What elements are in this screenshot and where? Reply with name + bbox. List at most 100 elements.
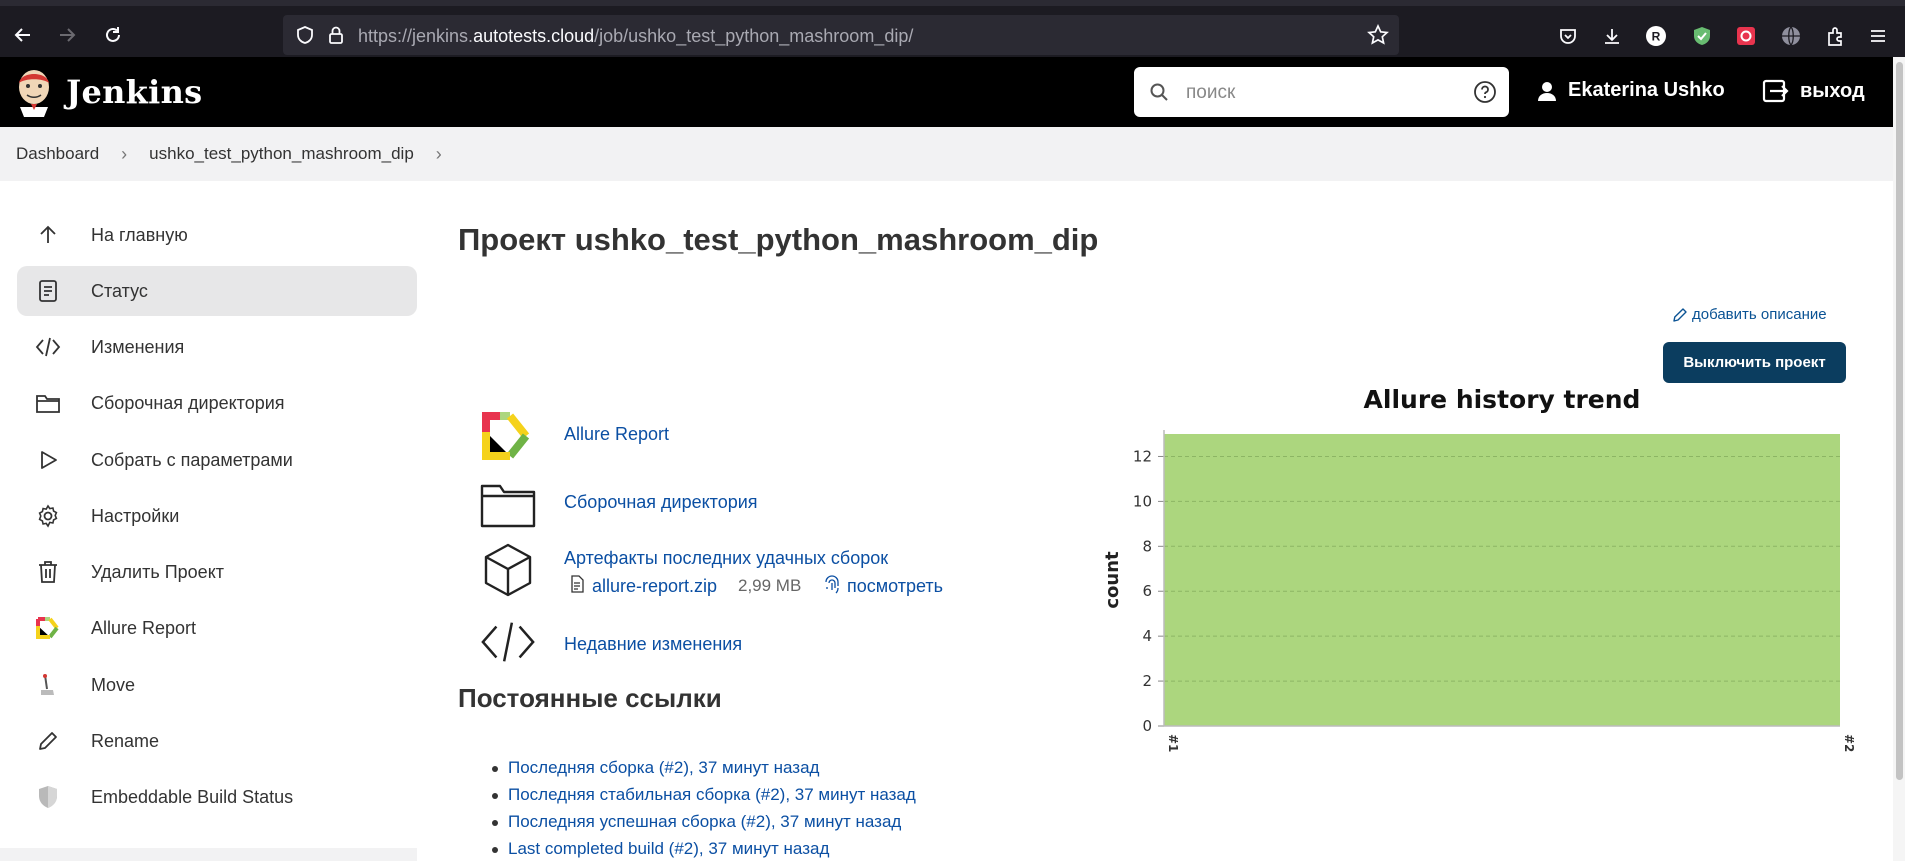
adguard-icon[interactable] bbox=[1690, 24, 1714, 48]
chart-ytick-label: 8 bbox=[1142, 537, 1152, 555]
menu-icon[interactable] bbox=[1866, 24, 1890, 48]
sidebar-item-move[interactable]: Move bbox=[17, 660, 417, 710]
folder-icon[interactable] bbox=[480, 476, 536, 532]
allure-history-trend-chart[interactable]: Allure history trend 0 2 4 6 8 10 12 #1 #2 count bbox=[1100, 380, 1860, 760]
sidebar-item-label: Allure Report bbox=[91, 617, 197, 638]
url-text: https://jenkins.autotests.cloud/job/ushk… bbox=[358, 26, 914, 46]
chart-svg: Allure history trend 0 2 4 6 8 10 12 #1 #2 count bbox=[1102, 385, 1856, 752]
chart-ytick-label: 12 bbox=[1133, 447, 1152, 465]
extension-r-icon[interactable]: R bbox=[1644, 24, 1668, 48]
artifacts-link[interactable]: Артефакты последних удачных сборок bbox=[564, 548, 888, 569]
recent-changes-link[interactable]: Недавние изменения bbox=[564, 634, 742, 655]
chart-ytick-label: 4 bbox=[1142, 627, 1152, 645]
logout-label: выход bbox=[1800, 79, 1865, 102]
download-icon[interactable] bbox=[1600, 24, 1624, 48]
code-icon bbox=[33, 332, 63, 362]
brand-name: Jenkins bbox=[66, 73, 203, 111]
artifact-view-link[interactable]: посмотреть bbox=[847, 576, 943, 597]
forward-icon[interactable] bbox=[52, 20, 82, 50]
folder-icon bbox=[33, 388, 63, 418]
workspace-link[interactable]: Сборочная директория bbox=[564, 492, 758, 513]
globe-icon[interactable] bbox=[1779, 24, 1803, 48]
scrollbar-thumb[interactable] bbox=[1896, 62, 1903, 780]
sidebar-item-settings[interactable]: Настройки bbox=[17, 491, 417, 541]
sidebar-bottom-panel bbox=[0, 848, 417, 861]
add-description-link[interactable]: добавить описание bbox=[1672, 306, 1827, 323]
search-box[interactable]: поиск bbox=[1134, 67, 1509, 117]
code-icon[interactable] bbox=[480, 614, 536, 670]
browser-toolbar: https://jenkins.autotests.cloud/job/ushk… bbox=[0, 0, 1905, 57]
pocket-icon[interactable] bbox=[1556, 24, 1580, 48]
add-description-label: добавить описание bbox=[1692, 306, 1827, 323]
permalink-last-successful-build[interactable]: Последняя успешная сборка (#2), 37 минут… bbox=[488, 808, 916, 835]
user-icon bbox=[1538, 81, 1556, 101]
extension-red-icon[interactable] bbox=[1734, 24, 1758, 48]
move-icon bbox=[33, 670, 63, 700]
chart-y-axis-label: count bbox=[1102, 551, 1123, 609]
chevron-right-icon[interactable]: › bbox=[121, 144, 127, 165]
sidebar-item-label: Статус bbox=[91, 280, 148, 301]
sidebar-item-allure-report[interactable]: Allure Report bbox=[17, 603, 417, 653]
chart-xtick-label: #2 bbox=[1842, 734, 1856, 752]
svg-text:R: R bbox=[1652, 30, 1661, 44]
sidebar-item-changes[interactable]: Изменения bbox=[17, 322, 417, 372]
document-icon bbox=[33, 276, 63, 306]
allure-icon bbox=[33, 613, 63, 643]
sidebar-item-delete-project[interactable]: Удалить Проект bbox=[17, 547, 417, 597]
chevron-right-icon[interactable]: › bbox=[436, 144, 442, 165]
sidebar-item-label: Move bbox=[91, 674, 136, 695]
sidebar-item-build-with-parameters[interactable]: Собрать с параметрами bbox=[17, 435, 417, 485]
search-input[interactable]: поиск bbox=[1186, 82, 1235, 104]
sidebar-item-label: Изменения bbox=[91, 336, 185, 357]
pencil-icon bbox=[33, 726, 63, 756]
back-icon[interactable] bbox=[8, 20, 38, 50]
sidebar-item-home[interactable]: На главную bbox=[17, 210, 417, 260]
breadcrumb-job[interactable]: ushko_test_python_mashroom_dip bbox=[149, 144, 414, 164]
sidebar-item-label: Embeddable Build Status bbox=[91, 786, 294, 807]
fingerprint-icon[interactable] bbox=[823, 574, 841, 599]
disable-project-button[interactable]: Выключить проект bbox=[1663, 342, 1846, 383]
lock-icon[interactable] bbox=[327, 25, 345, 50]
chart-ytick-label: 2 bbox=[1142, 672, 1152, 690]
sidebar-item-workspace[interactable]: Сборочная директория bbox=[17, 378, 417, 428]
artifact-size: 2,99 MB bbox=[738, 576, 802, 595]
permalinks-heading: Постоянные ссылки bbox=[458, 683, 722, 713]
address-bar[interactable]: https://jenkins.autotests.cloud/job/ushk… bbox=[283, 15, 1399, 55]
allure-icon[interactable] bbox=[480, 408, 536, 464]
extensions-puzzle-icon[interactable] bbox=[1824, 24, 1848, 48]
sidebar-item-label: Собрать с параметрами bbox=[91, 449, 293, 470]
jenkins-logo-icon bbox=[19, 70, 49, 117]
chart-xtick-label: #1 bbox=[1166, 734, 1180, 752]
shield-icon[interactable] bbox=[295, 25, 315, 50]
permalink-last-stable-build[interactable]: Последняя стабильная сборка (#2), 37 мин… bbox=[488, 781, 916, 808]
user-menu[interactable]: Ekaterina Ushko bbox=[1536, 79, 1725, 102]
sidebar-item-embeddable-build-status[interactable]: Embeddable Build Status bbox=[17, 772, 417, 822]
page-title: Проект ushko_test_python_mashroom_dip bbox=[458, 222, 1099, 257]
chart-series-area bbox=[1164, 434, 1840, 726]
permalink-last-build[interactable]: Последняя сборка (#2), 37 минут назад bbox=[488, 754, 916, 781]
pencil-icon bbox=[1673, 307, 1687, 322]
reload-icon[interactable] bbox=[98, 20, 128, 50]
bookmark-star-icon[interactable] bbox=[1367, 23, 1389, 51]
breadcrumb-dashboard[interactable]: Dashboard bbox=[16, 144, 99, 164]
breadcrumb: Dashboard › ushko_test_python_mashroom_d… bbox=[0, 127, 1893, 181]
file-icon bbox=[570, 575, 584, 598]
chart-ytick-label: 0 bbox=[1142, 717, 1152, 735]
permalinks-list: Последняя сборка (#2), 37 минут назад По… bbox=[488, 754, 916, 861]
allure-report-link[interactable]: Allure Report bbox=[564, 424, 669, 445]
trash-icon bbox=[33, 557, 63, 587]
sidebar-item-status[interactable]: Статус bbox=[17, 266, 417, 316]
permalink-last-completed-build[interactable]: Last completed build (#2), 37 минут наза… bbox=[488, 835, 916, 861]
sidebar-item-rename[interactable]: Rename bbox=[17, 716, 417, 766]
sidebar-item-label: Удалить Проект bbox=[91, 561, 225, 582]
user-name: Ekaterina Ushko bbox=[1568, 79, 1725, 101]
sidebar-item-label: Сборочная директория bbox=[91, 392, 285, 413]
jenkins-home-link[interactable]: Jenkins bbox=[14, 67, 202, 117]
logout-icon bbox=[1762, 79, 1789, 103]
artifact-file-link[interactable]: allure-report.zip bbox=[592, 576, 717, 597]
jenkins-header: Jenkins поиск Ekaterina Ushko выход bbox=[0, 57, 1893, 127]
shield-icon bbox=[33, 782, 63, 812]
help-icon[interactable] bbox=[1473, 80, 1497, 109]
logout-button[interactable]: выход bbox=[1762, 79, 1865, 103]
sidebar-item-label: Настройки bbox=[91, 505, 180, 526]
